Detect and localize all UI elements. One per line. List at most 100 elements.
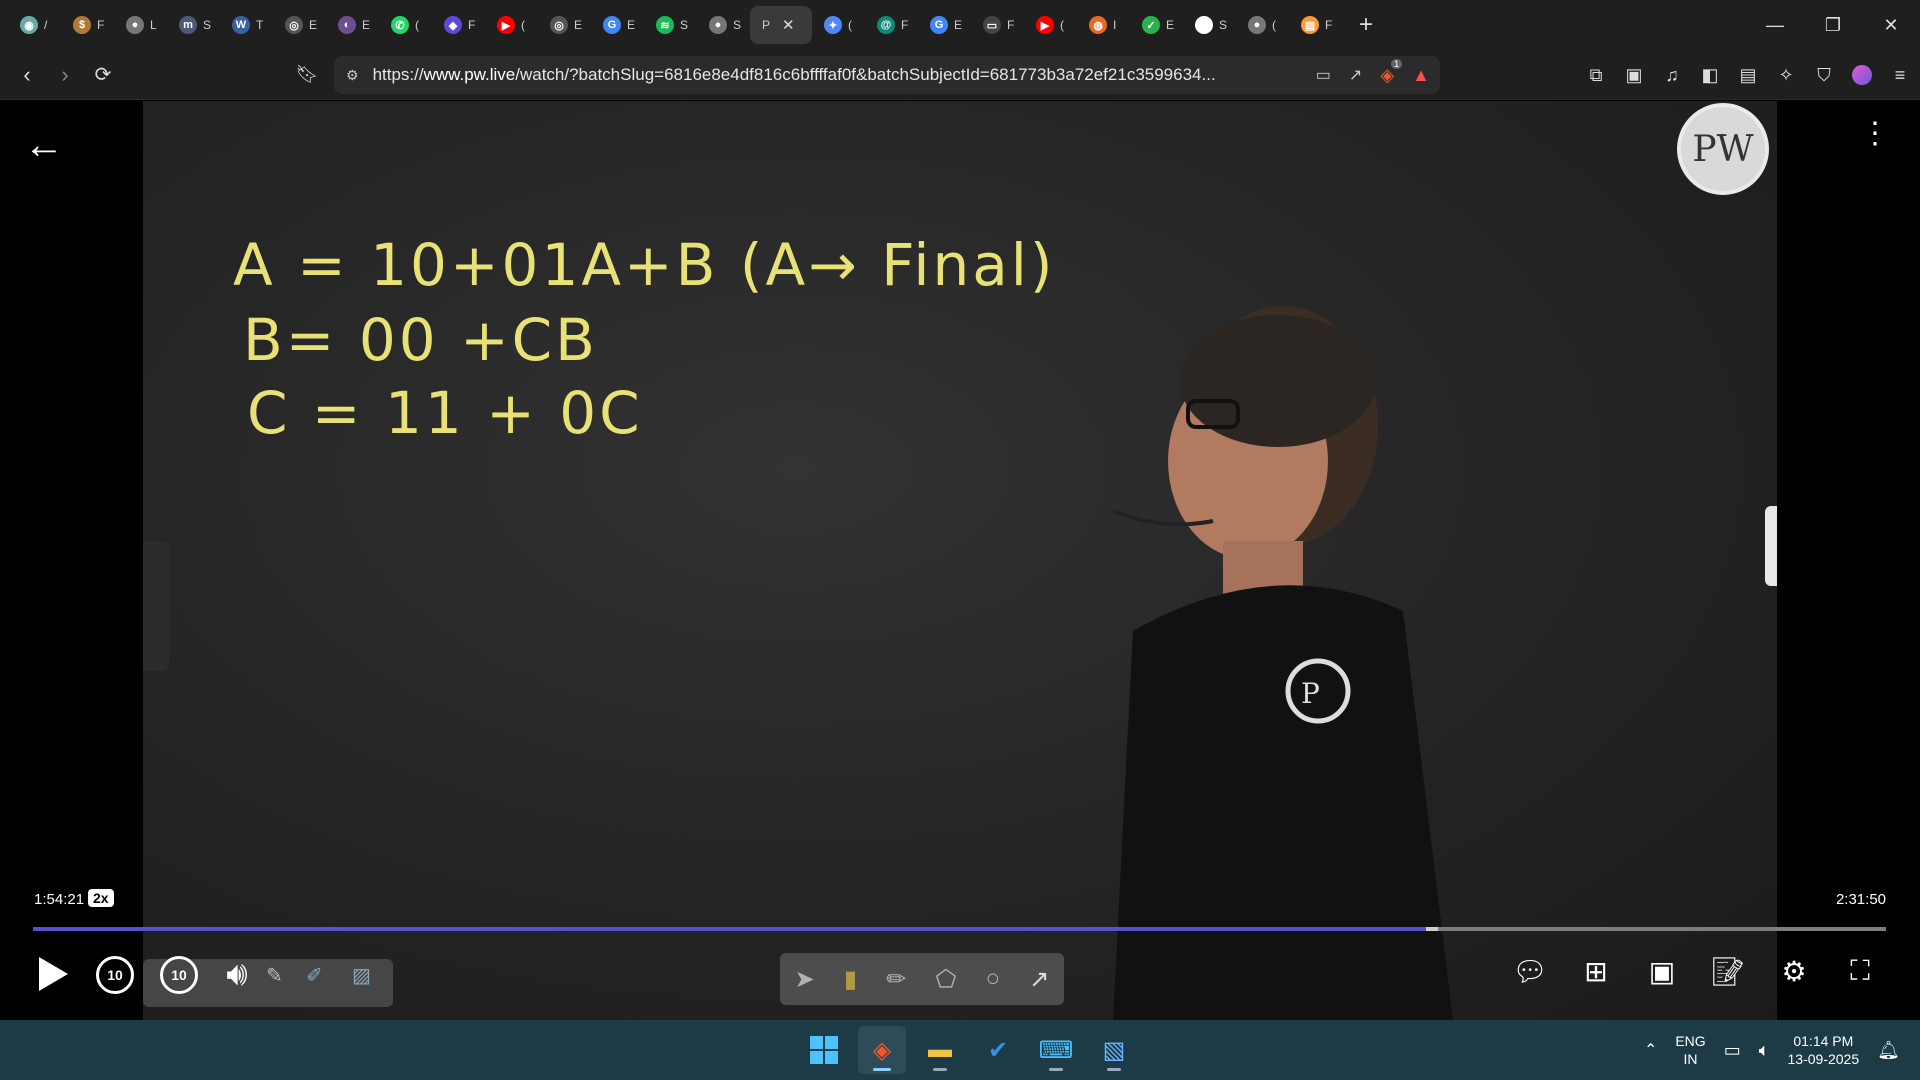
tab-title: E [954, 18, 963, 32]
browser-tab[interactable]: ▭ F [971, 6, 1024, 44]
browser-tab[interactable]: ◎ E [538, 6, 591, 44]
browser-tab[interactable]: @ F [865, 6, 918, 44]
brave-rewards-icon[interactable]: ▲ [1412, 65, 1430, 86]
browser-tab[interactable]: ▶( [485, 6, 538, 44]
back-button[interactable]: ‹ [8, 56, 46, 94]
leo-ai-icon[interactable]: ✧ [1774, 63, 1798, 87]
marker-tool-icon[interactable]: ✐ [306, 963, 323, 988]
close-window-button[interactable]: ✕ [1862, 0, 1920, 50]
clock[interactable]: 01:14 PM 13-09-2025 [1788, 1032, 1860, 1068]
picture-in-picture-icon[interactable]: ▣ [1642, 951, 1682, 991]
browser-tab[interactable]: ◆ F [432, 6, 485, 44]
tab-title: S [680, 18, 689, 32]
browser-tab[interactable]: ●( [1236, 6, 1289, 44]
browser-tab[interactable]: WT [220, 6, 273, 44]
playback-speed-badge[interactable]: 2x [88, 889, 114, 907]
browser-tab[interactable]: ▤ F [1289, 6, 1342, 44]
eraser-tool-icon[interactable]: ⬠ [936, 965, 957, 994]
brave-browser-icon[interactable]: ◈ [858, 1026, 906, 1074]
menu-icon[interactable]: ≡ [1888, 63, 1912, 87]
browser-tab[interactable]: ▶( [1024, 6, 1077, 44]
keyboard-icon[interactable]: ⌨ [1032, 1026, 1080, 1074]
tab-favicon-icon: ▭ [983, 16, 1001, 34]
pointer-tool-icon[interactable]: ➤ [795, 965, 815, 994]
wallet-icon[interactable]: ▤ [1736, 63, 1760, 87]
network-icon[interactable]: ▭ [1724, 1040, 1741, 1061]
speaker-icon[interactable]: 🔈︎ [1759, 1040, 1770, 1061]
restore-button[interactable]: ❐ [1804, 0, 1862, 50]
brave-shields-icon[interactable]: ◈ 1 [1380, 58, 1403, 86]
browser-tab[interactable]: ◉ / [8, 6, 61, 44]
browser-tab[interactable]: GE [918, 6, 971, 44]
browser-tab[interactable]: ◍ I [1077, 6, 1130, 44]
back-arrow-icon[interactable]: ← [24, 123, 64, 168]
notes-icon[interactable]: 📝︎ [1708, 951, 1748, 991]
left-drawer-handle[interactable] [143, 541, 169, 671]
photos-icon[interactable]: ▧ [1090, 1026, 1138, 1074]
forward-button[interactable]: › [46, 56, 84, 94]
minimize-button[interactable]: — [1746, 0, 1804, 50]
start-button[interactable] [800, 1026, 848, 1074]
browser-tab[interactable]: ◎ E [273, 6, 326, 44]
rewind-10-button[interactable]: 10 [96, 956, 134, 994]
more-options-icon[interactable]: ⋮ [1860, 119, 1890, 149]
bookmark-icon[interactable]: 🔖︎ [288, 56, 326, 94]
highlighter-tool-icon[interactable]: ▮ [844, 965, 857, 994]
language-indicator[interactable]: ENG IN [1675, 1032, 1705, 1068]
sidebar-icon[interactable]: ◧ [1698, 63, 1722, 87]
tab-title: S [203, 18, 212, 32]
browser-tab[interactable]: GE [591, 6, 644, 44]
pencil-tool-icon[interactable]: ✏ [886, 965, 906, 994]
todo-icon[interactable]: ✔ [974, 1026, 1022, 1074]
forward-10-button[interactable]: 10 [160, 956, 198, 994]
url-text[interactable]: https://www.pw.live/watch/?batchSlug=681… [373, 65, 1216, 85]
file-explorer-icon[interactable]: ▬ [916, 1026, 964, 1074]
chevron-up-icon[interactable]: ⌃ [1644, 1040, 1657, 1060]
tab-favicon-icon: ◐ [338, 16, 356, 34]
fullscreen-icon[interactable]: ⛶ [1840, 951, 1880, 991]
profile-avatar[interactable] [1850, 63, 1874, 87]
video-frame[interactable]: A = 10+01A+B (A→ Final) B= 00 +CB C = 11… [143, 101, 1777, 1020]
site-settings-icon[interactable]: ⚙ [346, 67, 359, 84]
notification-bell-icon[interactable]: 🔔︎ [1877, 1040, 1900, 1061]
tab-active[interactable]: P ✕ [750, 6, 812, 44]
cast-icon[interactable]: ▭ [1316, 65, 1331, 85]
share-icon[interactable]: ↗ [1349, 65, 1362, 85]
tab-favicon-icon: ◍ [1089, 16, 1107, 34]
browser-tab[interactable]: ✦( [812, 6, 865, 44]
shape-tool-icon[interactable]: ○ [986, 965, 1001, 993]
browser-tab[interactable]: $ F [61, 6, 114, 44]
tab-close-icon[interactable]: ✕ [782, 16, 795, 34]
media-icon[interactable]: ♫ [1660, 63, 1684, 87]
play-button[interactable] [30, 951, 76, 997]
chat-icon[interactable]: 💬︎ [1510, 951, 1550, 991]
vpn-icon[interactable]: ⛉ [1812, 63, 1836, 87]
browser-tab[interactable]: WS [1183, 6, 1236, 44]
browser-tab[interactable]: ✆( [379, 6, 432, 44]
progress-bar[interactable] [33, 927, 1886, 931]
extensions-icon[interactable]: ⧉ [1584, 63, 1608, 87]
board-line-3: C = 11 + 0C [247, 379, 643, 447]
tab-title: ( [521, 18, 525, 32]
browser-tab[interactable]: ≋ S [644, 6, 697, 44]
address-bar[interactable]: ⚙ https://www.pw.live/watch/?batchSlug=6… [334, 56, 1440, 94]
settings-gear-icon[interactable]: ⚙ [1774, 951, 1814, 991]
browser-tab[interactable]: ◐ E [326, 6, 379, 44]
tab-title: F [901, 18, 909, 32]
translate-icon[interactable]: ⊞ [1576, 951, 1616, 991]
volume-icon[interactable]: 🔊︎ [212, 951, 262, 997]
new-tab-button[interactable]: + [1348, 7, 1384, 43]
reader-mode-icon[interactable]: ▣ [1622, 63, 1646, 87]
browser-tab[interactable]: mS [167, 6, 220, 44]
pen-tool-icon[interactable]: ✎ [266, 963, 283, 988]
video-player[interactable]: A = 10+01A+B (A→ Final) B= 00 +CB C = 11… [0, 101, 1920, 1020]
window-controls: — ❐ ✕ [1746, 0, 1920, 50]
browser-tab[interactable]: ● L [114, 6, 167, 44]
extensions-row: ⧉ ▣ ♫ ◧ ▤ ✧ ⛉ ≡ [1584, 56, 1912, 94]
browser-tab[interactable]: ● S [697, 6, 750, 44]
right-drawer-handle[interactable] [1765, 506, 1777, 586]
arrow-tool-icon[interactable]: ↗ [1029, 965, 1049, 994]
image-tool-icon[interactable]: ▨ [352, 963, 371, 988]
reload-button[interactable]: ⟳ [84, 56, 122, 94]
browser-tab[interactable]: ✓ E [1130, 6, 1183, 44]
